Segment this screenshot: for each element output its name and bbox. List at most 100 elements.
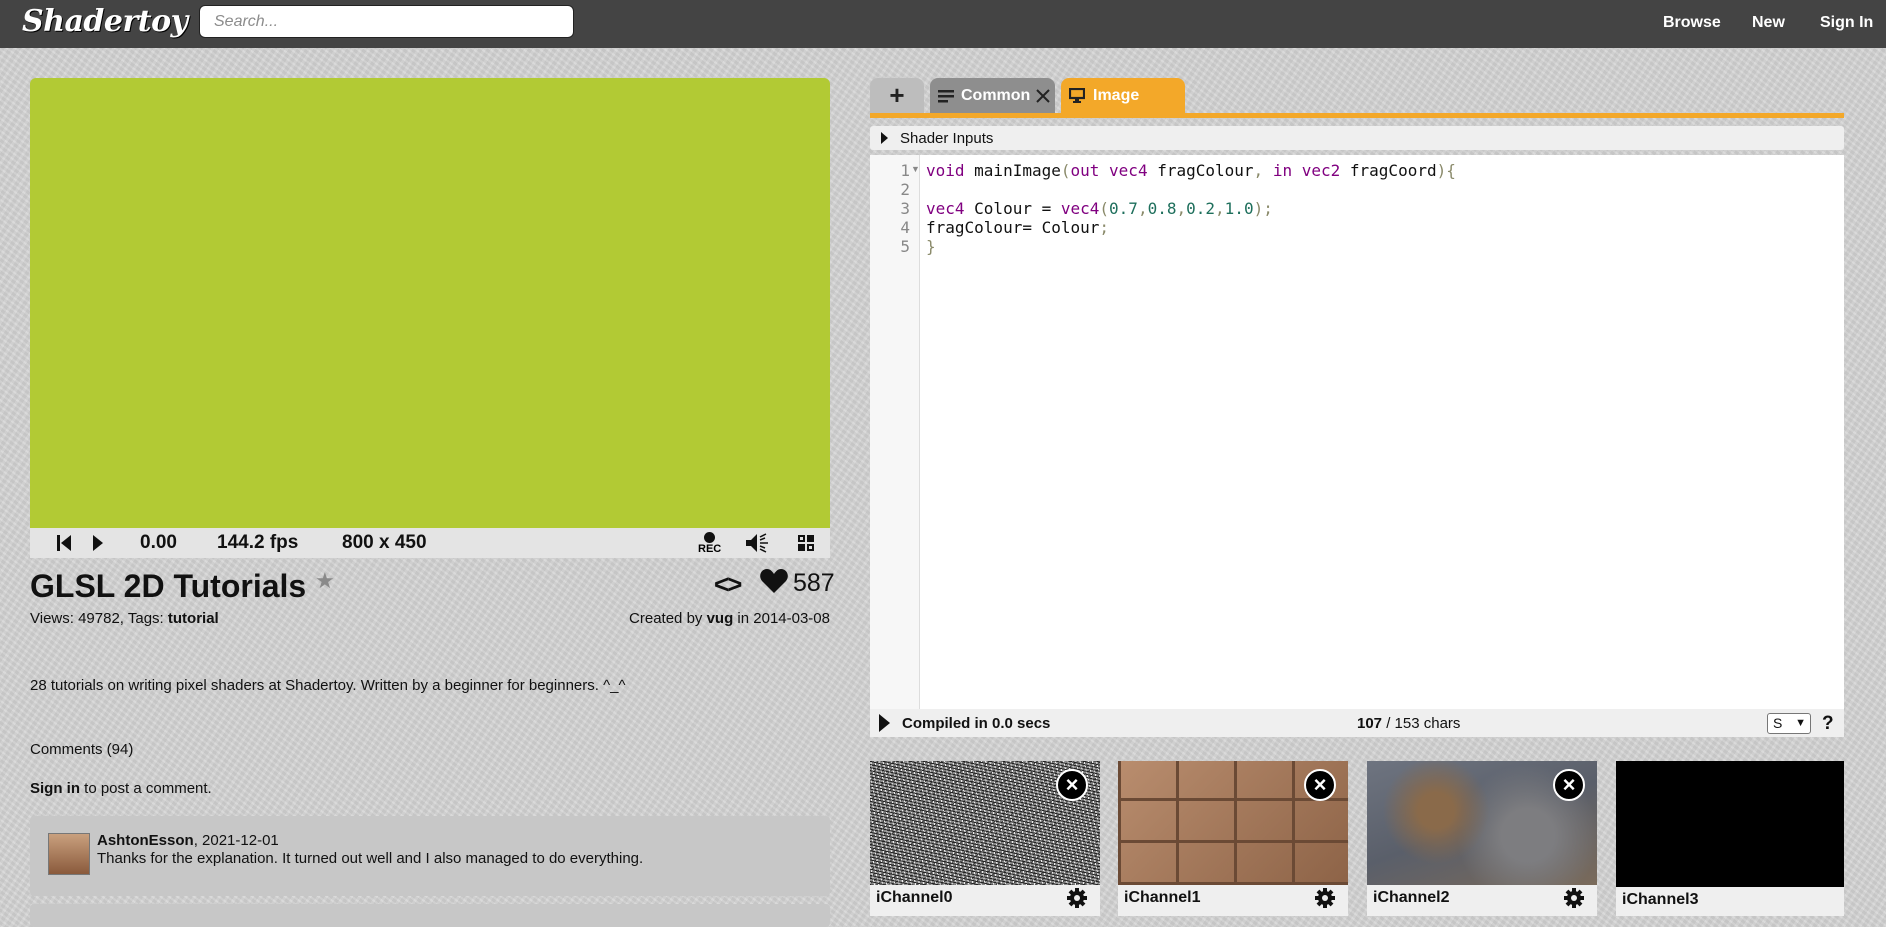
nav-new[interactable]: New <box>1752 14 1785 32</box>
code-token: void <box>926 161 965 180</box>
created-prefix: Created by <box>629 610 707 627</box>
tab-common-label: Common <box>961 86 1031 104</box>
comment-date: , 2021-12-01 <box>193 832 279 849</box>
channel-label: iChannel0 <box>876 889 953 906</box>
channel-label: iChannel3 <box>1622 891 1699 908</box>
embed-code-icon[interactable]: <> <box>714 569 742 600</box>
code-token: ; <box>1099 218 1110 237</box>
tag-link[interactable]: tutorial <box>168 610 219 627</box>
code-token: vec4 <box>1099 161 1148 180</box>
favorite-star-icon[interactable]: ★ <box>315 568 335 594</box>
speaker-icon <box>746 533 768 553</box>
play-button[interactable] <box>92 528 104 558</box>
char-count: 107 / 153 chars <box>1357 715 1460 732</box>
plus-icon: + <box>889 80 905 110</box>
code-token: fragCoord <box>1340 161 1437 180</box>
channel-label: iChannel2 <box>1373 889 1450 906</box>
shader-canvas[interactable] <box>30 78 830 528</box>
shader-meta: Views: 49782, Tags: tutorial <box>30 610 219 627</box>
code-line: void mainImage(out vec4 fragColour, in v… <box>926 161 1456 180</box>
remove-channel-icon[interactable]: × <box>1056 769 1088 801</box>
created-info: Created by vug in 2014-03-08 <box>629 610 830 627</box>
author-link[interactable]: vug <box>707 610 734 627</box>
editor-status-bar: Compiled in 0.0 secs 107 / 153 chars S ▼ … <box>870 709 1844 737</box>
comment-header: AshtonEsson, 2021-12-01 <box>97 832 279 849</box>
compile-status: Compiled in 0.0 secs <box>902 715 1051 732</box>
font-size-select[interactable]: S ▼ <box>1767 713 1811 734</box>
code-token: ); <box>1253 199 1273 218</box>
comment-item <box>30 904 830 927</box>
close-icon[interactable] <box>1036 88 1051 103</box>
signin-rest: to post a comment. <box>80 780 212 797</box>
empty-channel-thumbnail[interactable] <box>1616 761 1844 887</box>
code-token: out <box>1070 161 1100 180</box>
nav-browse[interactable]: Browse <box>1663 14 1721 32</box>
add-tab-button[interactable]: + <box>870 78 924 113</box>
like-heart-icon[interactable] <box>760 568 788 594</box>
search-input[interactable] <box>199 5 574 38</box>
shader-inputs-toggle[interactable]: Shader Inputs <box>870 126 1844 150</box>
line-number: 2 <box>900 180 910 199</box>
tab-image-label: Image <box>1093 86 1140 104</box>
play-icon <box>93 535 103 551</box>
fullscreen-icon <box>798 535 814 551</box>
time-display: 0.00 <box>140 532 177 553</box>
remove-channel-icon[interactable]: × <box>1304 769 1336 801</box>
record-button[interactable]: REC <box>698 528 721 558</box>
code-token: 0.2 <box>1186 199 1216 218</box>
channel-0[interactable]: × iChannel0 <box>870 761 1100 916</box>
nav-sign-in[interactable]: Sign In <box>1820 14 1873 32</box>
tab-image[interactable]: Image <box>1061 78 1185 113</box>
line-number: 3 <box>900 199 910 218</box>
line-number: 4 <box>900 218 910 237</box>
chars-used: 107 <box>1357 715 1383 732</box>
channel-1[interactable]: × iChannel1 <box>1118 761 1348 916</box>
fold-arrow-icon[interactable]: ▼ <box>911 164 920 174</box>
record-icon <box>704 531 716 543</box>
lines-icon <box>938 89 954 102</box>
code-token: fragColour= Colour <box>926 218 1100 237</box>
shader-title: GLSL 2D Tutorials <box>30 568 307 604</box>
avatar[interactable] <box>48 833 90 875</box>
code-token: ( <box>1060 161 1071 180</box>
code-line: } <box>926 237 936 256</box>
code-editor[interactable]: 1 ▼ 2 3 4 5 void mainImage(out vec4 frag… <box>870 155 1844 709</box>
fps-display: 144.2 fps <box>217 532 299 553</box>
shader-description: 28 tutorials on writing pixel shaders at… <box>30 677 626 694</box>
gear-icon[interactable] <box>1314 887 1336 909</box>
player-controls: 0.00 144.2 fps 800 x 450 REC <box>30 528 830 558</box>
rewind-icon <box>57 535 71 551</box>
signin-link[interactable]: Sign in <box>30 780 80 797</box>
chevron-down-icon: ▼ <box>1795 717 1806 729</box>
gear-icon[interactable] <box>1066 887 1088 909</box>
created-date: in 2014-03-08 <box>733 610 830 627</box>
code-token: fragColour <box>1147 161 1254 180</box>
rewind-button[interactable] <box>56 528 72 558</box>
remove-channel-icon[interactable]: × <box>1553 769 1585 801</box>
code-token: vec2 <box>1292 161 1341 180</box>
line-gutter: 1 ▼ 2 3 4 5 <box>870 155 920 709</box>
fullscreen-button[interactable] <box>797 528 815 558</box>
shadertoy-logo[interactable]: Shadertoy <box>22 4 188 39</box>
channel-label: iChannel1 <box>1124 889 1201 906</box>
top-bar: Shadertoy Browse New Sign In <box>0 0 1886 48</box>
code-token: 1.0 <box>1224 199 1254 218</box>
code-token: ){ <box>1436 161 1456 180</box>
compile-button[interactable] <box>879 714 890 732</box>
channel-2[interactable]: × iChannel2 <box>1367 761 1597 916</box>
comment-author[interactable]: AshtonEsson <box>97 832 194 849</box>
comments-heading: Comments (94) <box>30 741 134 758</box>
gear-icon[interactable] <box>1563 887 1585 909</box>
shader-inputs-label: Shader Inputs <box>900 129 994 147</box>
comment-item: AshtonEsson, 2021-12-01 Thanks for the e… <box>30 816 830 896</box>
code-token: vec4 <box>926 199 965 218</box>
channel-3[interactable]: iChannel3 <box>1616 761 1844 916</box>
code-token: , <box>1253 161 1264 180</box>
font-size-value: S <box>1773 715 1783 731</box>
code-token: 0.8 <box>1147 199 1177 218</box>
help-button[interactable]: ? <box>1822 713 1834 735</box>
tab-common[interactable]: Common <box>930 78 1055 113</box>
likes-count: 587 <box>793 569 835 597</box>
code-token: } <box>926 237 936 256</box>
volume-button[interactable] <box>744 528 770 558</box>
